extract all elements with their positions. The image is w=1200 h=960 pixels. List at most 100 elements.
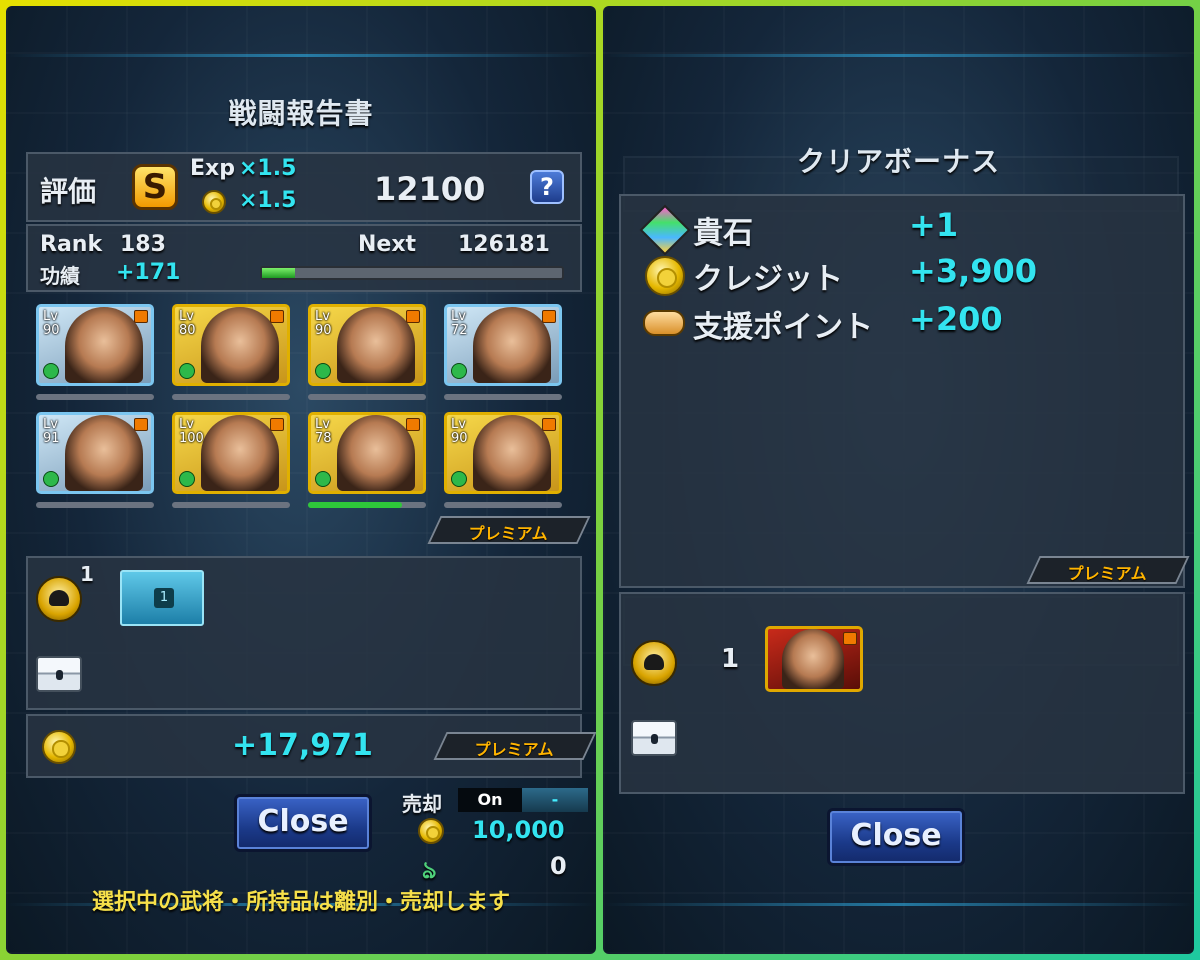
rewards-box: 貴石 +1 クレジット +3,900 支援ポイント +200 プレミアム — [619, 194, 1190, 588]
warlord-card[interactable]: Lv 72 — [444, 304, 562, 386]
dropped-item[interactable]: 1 — [120, 570, 204, 626]
card-exp-bar — [36, 502, 154, 508]
premium-label: プレミアム — [1067, 564, 1147, 583]
reward-value: +3,900 — [909, 252, 1038, 290]
portrait — [337, 307, 415, 383]
level-label: Lv 100 — [179, 418, 204, 446]
premium-label: プレミアム — [468, 524, 548, 543]
level-label: Lv 90 — [315, 310, 332, 338]
coin-icon — [645, 256, 685, 296]
lv-prefix: Lv — [179, 309, 194, 324]
premium-button[interactable]: プレミアム — [433, 732, 596, 760]
lock-icon — [270, 418, 284, 431]
rating-box: 評価 S Exp ×1.5 ×1.5 12100 ? — [26, 152, 582, 222]
lv-prefix: Lv — [43, 417, 58, 432]
help-button[interactable]: ? — [530, 170, 564, 204]
portrait — [65, 307, 143, 383]
level-label: Lv 90 — [43, 310, 60, 338]
card-exp-bar — [308, 394, 426, 400]
card-exp-fill — [308, 502, 403, 508]
portrait — [65, 415, 143, 491]
sell-toggle[interactable]: On - — [458, 788, 588, 812]
rank-label: Rank — [40, 232, 103, 257]
lock-icon — [406, 418, 420, 431]
level-value: 78 — [315, 431, 332, 446]
level-label: Lv 78 — [315, 418, 332, 446]
lv-prefix: Lv — [179, 417, 194, 432]
level-value: 90 — [315, 323, 332, 338]
level-value: 90 — [43, 323, 60, 338]
premium-button[interactable]: プレミアム — [1026, 556, 1190, 584]
reward-value: +1 — [909, 206, 959, 244]
premium-label: プレミアム — [474, 740, 554, 759]
lv-prefix: Lv — [315, 309, 330, 324]
next-label: Next — [358, 232, 417, 257]
level-value: 90 — [451, 431, 468, 446]
drops-box: 1 1 — [26, 556, 582, 710]
close-button[interactable]: Close — [827, 808, 965, 866]
reward-name: 貴石 — [693, 216, 753, 251]
portrait — [201, 415, 279, 491]
coin-icon — [418, 818, 444, 844]
premium-button[interactable]: プレミアム — [427, 516, 591, 544]
page-title: 戦闘報告書 — [228, 97, 374, 130]
lock-icon — [406, 310, 420, 323]
page-title: クリアボーナス — [796, 145, 1000, 178]
card-exp-bar — [308, 502, 426, 508]
rank-value: 183 — [120, 232, 166, 257]
level-value: 80 — [179, 323, 196, 338]
exp-progress-bar — [260, 266, 564, 280]
credits-box: +17,971 プレミアム — [26, 714, 596, 778]
battle-report-panel: 戦闘報告書 評価 S Exp ×1.5 ×1.5 12100 ? Rank 18… — [6, 6, 596, 954]
lv-prefix: Lv — [451, 309, 466, 324]
rank-box: Rank 183 Next 126181 功績 +171 — [26, 224, 582, 292]
lock-icon — [270, 310, 284, 323]
lv-prefix: Lv — [451, 417, 466, 432]
warlord-card[interactable]: Lv 91 — [36, 412, 154, 494]
warlord-helmet-icon — [36, 576, 82, 622]
coin-multiplier: ×1.5 — [239, 188, 297, 213]
exp-progress-fill — [262, 268, 295, 278]
warlord-card[interactable]: Lv 78 — [308, 412, 426, 494]
reward-value: +200 — [909, 300, 1003, 338]
lock-icon — [542, 418, 556, 431]
portrait — [473, 415, 551, 491]
lock-icon — [134, 310, 148, 323]
treasure-chest-icon — [631, 720, 677, 756]
dropped-warlord-card[interactable] — [765, 626, 863, 692]
treasure-chest-icon — [36, 656, 82, 692]
warlord-card[interactable]: Lv 90 — [36, 304, 154, 386]
lock-icon — [843, 632, 857, 645]
rating-label: 評価 — [40, 175, 97, 208]
portrait — [782, 629, 844, 689]
warlord-card[interactable]: Lv 80 — [172, 304, 290, 386]
warlord-card[interactable]: Lv 90 — [444, 412, 562, 494]
bottom-divider — [603, 903, 1194, 906]
level-value: 100 — [179, 431, 204, 446]
warlord-card[interactable]: Lv 90 — [308, 304, 426, 386]
clear-bonus-panel: クリアボーナス 貴石 +1 クレジット +3,900 支援ポイント +200 プ… — [603, 6, 1194, 954]
exp-multiplier: ×1.5 — [239, 156, 297, 181]
drops-box: 1 — [619, 592, 1185, 794]
sell-warning: 選択中の武将・所持品は離別・売却します — [91, 890, 510, 915]
toggle-off[interactable]: - — [522, 788, 588, 812]
item-number: 1 — [154, 588, 174, 608]
element-icon — [315, 363, 331, 379]
warlord-card[interactable]: Lv 100 — [172, 412, 290, 494]
level-value: 72 — [451, 323, 468, 338]
sell-coin-value: 10,000 — [472, 816, 565, 844]
merit-value: +171 — [116, 260, 181, 285]
coin-icon — [42, 730, 76, 764]
element-icon — [179, 363, 195, 379]
level-label: Lv 90 — [451, 418, 468, 446]
sell-other-value: 0 — [550, 852, 567, 880]
credits-earned: +17,971 — [232, 728, 373, 763]
card-exp-bar — [444, 502, 562, 508]
drop-count: 1 — [721, 644, 740, 674]
close-button[interactable]: Close — [234, 794, 372, 852]
next-exp-value: 126181 — [458, 232, 550, 257]
lv-prefix: Lv — [43, 309, 58, 324]
handshake-icon — [643, 310, 685, 336]
toggle-on[interactable]: On — [458, 788, 522, 812]
lv-prefix: Lv — [315, 417, 330, 432]
